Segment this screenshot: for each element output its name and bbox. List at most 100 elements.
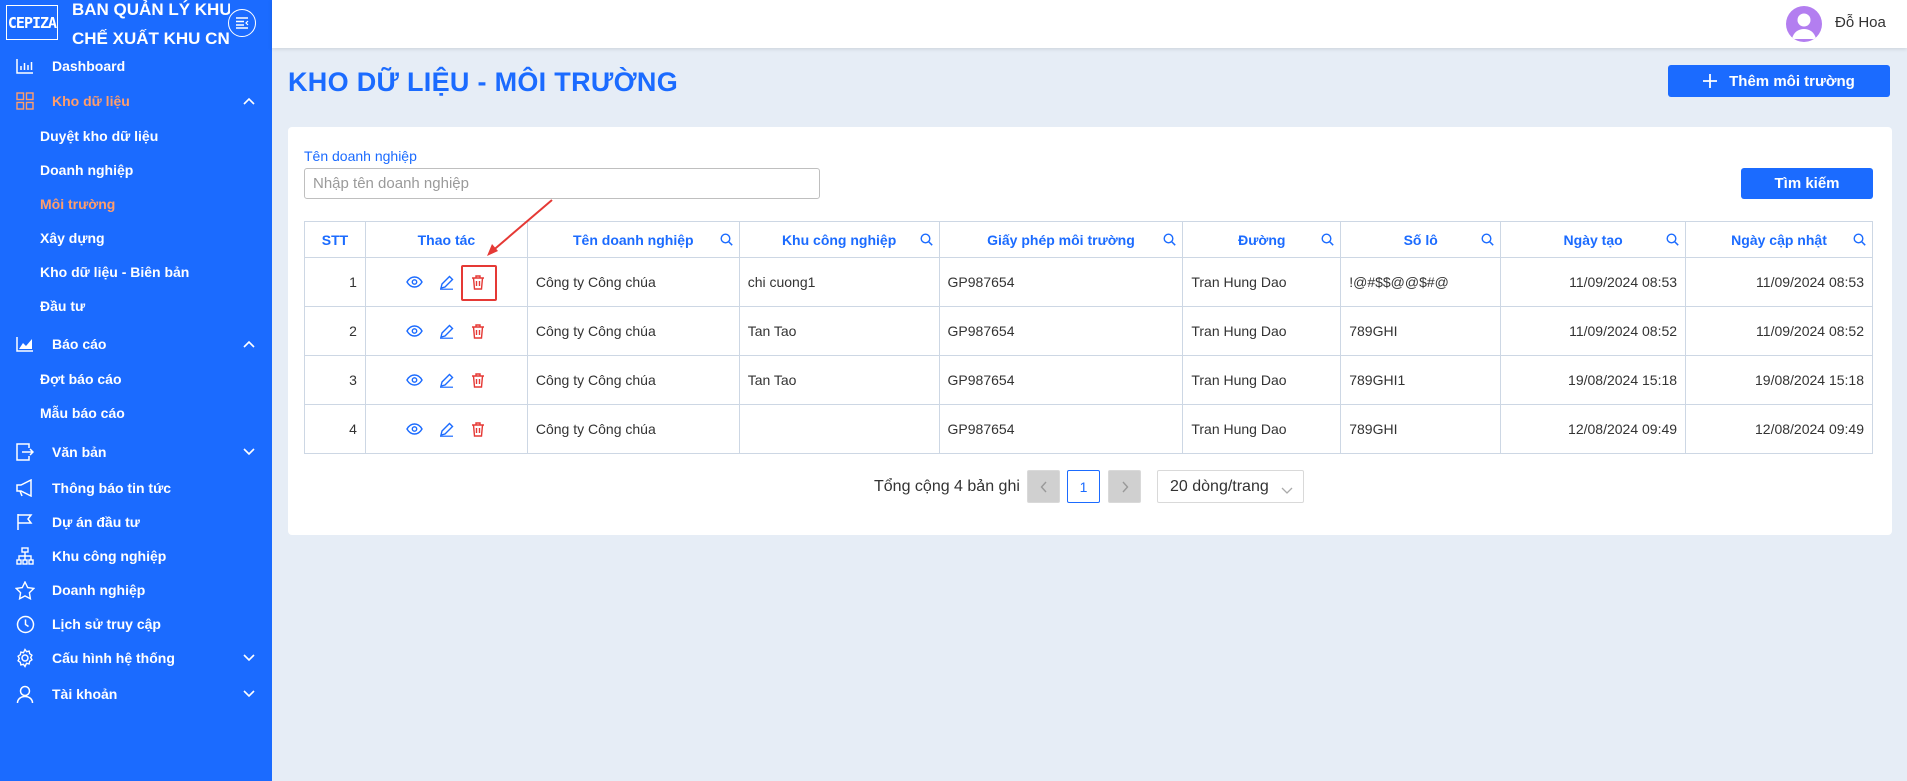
menu-toggle-button[interactable] [228, 9, 256, 37]
table-row: 2 Công ty Công chúa Tan Tao GP987654 Tra… [304, 306, 1873, 356]
sidebar-subitem-mau-bao-cao[interactable]: Mẫu báo cáo [40, 400, 125, 426]
cell-street: Tran Hung Dao [1182, 306, 1342, 356]
column-search-icon[interactable] [1853, 233, 1867, 247]
edit-pencil-icon[interactable] [437, 371, 455, 389]
sidebar-item-bao-cao[interactable]: Báo cáo [0, 329, 272, 359]
search-button[interactable]: Tìm kiếm [1741, 168, 1873, 199]
table-header-row: STT Thao tác Tên doanh nghiệp Khu công n… [304, 221, 1873, 258]
sidebar-subitem-moi-truong[interactable]: Môi trường [40, 191, 115, 217]
cell-lot: 789GHI1 [1340, 355, 1502, 405]
column-header: Ngày tạo [1500, 221, 1687, 258]
sidebar-subitem-dau-tu[interactable]: Đầu tư [40, 293, 85, 319]
sidebar-item-dashboard[interactable]: Dashboard [0, 51, 272, 81]
sidebar-subitem-duyet-kho[interactable]: Duyệt kho dữ liệu [40, 123, 158, 149]
cell-stt: 3 [304, 355, 366, 405]
delete-trash-icon[interactable] [469, 371, 487, 389]
page-title: KHO DỮ LIỆU - MÔI TRƯỜNG [288, 67, 679, 97]
cell-park: chi cuong1 [738, 257, 940, 307]
column-header: Tên doanh nghiệp [526, 221, 740, 258]
delete-trash-icon[interactable] [469, 420, 487, 438]
view-eye-icon[interactable] [405, 273, 423, 291]
chevron-left-icon [1040, 481, 1047, 492]
column-header: Giấy phép môi trường [938, 221, 1184, 258]
column-search-icon[interactable] [920, 233, 934, 247]
page-size-value: 20 dòng/trang [1170, 477, 1269, 495]
gear-icon [15, 648, 35, 668]
view-eye-icon[interactable] [405, 371, 423, 389]
chevron-right-icon [1121, 481, 1128, 492]
column-search-icon[interactable] [720, 233, 734, 247]
view-eye-icon[interactable] [405, 420, 423, 438]
edit-pencil-icon[interactable] [437, 322, 455, 340]
cell-company: Công ty Công chúa [526, 404, 740, 454]
brand-title-line2: CHẾ XUẤT KHU CN [72, 29, 230, 48]
sidebar-subitem-dot-bao-cao[interactable]: Đợt báo cáo [40, 366, 122, 392]
user-name[interactable]: Đỗ Hoa [1835, 14, 1886, 31]
cell-lot: !@#$$@@$#@ [1340, 257, 1502, 307]
delete-trash-icon[interactable] [469, 322, 487, 340]
bar-chart-icon [15, 56, 35, 76]
cell-lot: 789GHI [1340, 306, 1502, 356]
table-row: 4 Công ty Công chúa GP987654 Tran Hung D… [304, 404, 1873, 454]
cell-updated: 12/08/2024 09:49 [1685, 404, 1873, 454]
sidebar-item-van-ban[interactable]: Văn bản [0, 437, 272, 467]
company-name-input[interactable] [304, 168, 820, 199]
brand: CEPIZA BAN QUẢN LÝ KHU CHẾ XUẤT KHU CN [0, 0, 272, 52]
avatar[interactable] [1786, 6, 1822, 42]
environment-table: STT Thao tác Tên doanh nghiệp Khu công n… [304, 221, 1873, 454]
brand-title: BAN QUẢN LÝ KHU CHẾ XUẤT KHU CN [72, 0, 230, 53]
cell-street: Tran Hung Dao [1182, 355, 1342, 405]
edit-pencil-icon[interactable] [437, 273, 455, 291]
sidebar: CEPIZA BAN QUẢN LÝ KHU CHẾ XUẤT KHU CN D… [0, 0, 272, 781]
view-eye-icon[interactable] [405, 322, 423, 340]
clock-icon [15, 614, 35, 634]
cell-street: Tran Hung Dao [1182, 257, 1342, 307]
column-search-icon[interactable] [1163, 233, 1177, 247]
chevron-down-icon [242, 687, 256, 701]
chevron-up-icon [242, 337, 256, 351]
add-environment-button[interactable]: Thêm môi trường [1668, 65, 1890, 97]
column-search-icon[interactable] [1481, 233, 1495, 247]
sidebar-item-doanh-nghiep[interactable]: Doanh nghiệp [0, 575, 272, 605]
sidebar-item-kho-du-lieu[interactable]: Kho dữ liệu [0, 86, 272, 116]
pagination-page-current[interactable]: 1 [1067, 470, 1100, 503]
cell-permit: GP987654 [938, 404, 1184, 454]
sidebar-item-du-an[interactable]: Dự án đầu tư [0, 507, 272, 537]
sidebar-item-tai-khoan[interactable]: Tài khoản [0, 679, 272, 709]
cell-stt: 1 [304, 257, 366, 307]
cell-actions [364, 257, 528, 307]
cell-actions [364, 306, 528, 356]
column-search-icon[interactable] [1321, 233, 1335, 247]
cell-stt: 4 [304, 404, 366, 454]
brand-title-line1: BAN QUẢN LÝ KHU [72, 0, 230, 19]
pagination-next-button[interactable] [1108, 470, 1141, 503]
grid-icon [15, 91, 35, 111]
sidebar-item-cau-hinh[interactable]: Cấu hình hệ thống [0, 643, 272, 673]
column-search-icon[interactable] [1666, 233, 1680, 247]
sidebar-item-lich-su[interactable]: Lịch sử truy cập [0, 609, 272, 639]
sidebar-subitem-bien-ban[interactable]: Kho dữ liệu - Biên bản [40, 259, 189, 285]
cell-company: Công ty Công chúa [526, 257, 740, 307]
sidebar-subitem-xay-dung[interactable]: Xây dựng [40, 225, 105, 251]
column-header: Số lô [1340, 221, 1502, 258]
chevron-up-icon [242, 94, 256, 108]
page-size-select[interactable]: 20 dòng/trang [1157, 470, 1304, 503]
brand-logo[interactable]: CEPIZA [6, 5, 58, 40]
edit-pencil-icon[interactable] [437, 420, 455, 438]
cell-permit: GP987654 [938, 306, 1184, 356]
pagination-prev-button[interactable] [1027, 470, 1060, 503]
column-header: Khu công nghiệp [738, 221, 940, 258]
cell-street: Tran Hung Dao [1182, 404, 1342, 454]
delete-trash-icon[interactable] [461, 265, 498, 301]
cell-updated: 19/08/2024 15:18 [1685, 355, 1873, 405]
cell-created: 11/09/2024 08:53 [1500, 257, 1687, 307]
column-header: Đường [1182, 221, 1342, 258]
export-icon [15, 442, 35, 462]
cell-company: Công ty Công chúa [526, 306, 740, 356]
sidebar-subitem-doanh-nghiep[interactable]: Doanh nghiệp [40, 157, 133, 183]
sidebar-item-khu-cong-nghiep[interactable]: Khu công nghiệp [0, 541, 272, 571]
column-header: STT [304, 221, 366, 258]
cell-created: 19/08/2024 15:18 [1500, 355, 1687, 405]
add-environment-label: Thêm môi trường [1729, 72, 1855, 90]
sidebar-item-thong-bao[interactable]: Thông báo tin tức [0, 473, 272, 503]
